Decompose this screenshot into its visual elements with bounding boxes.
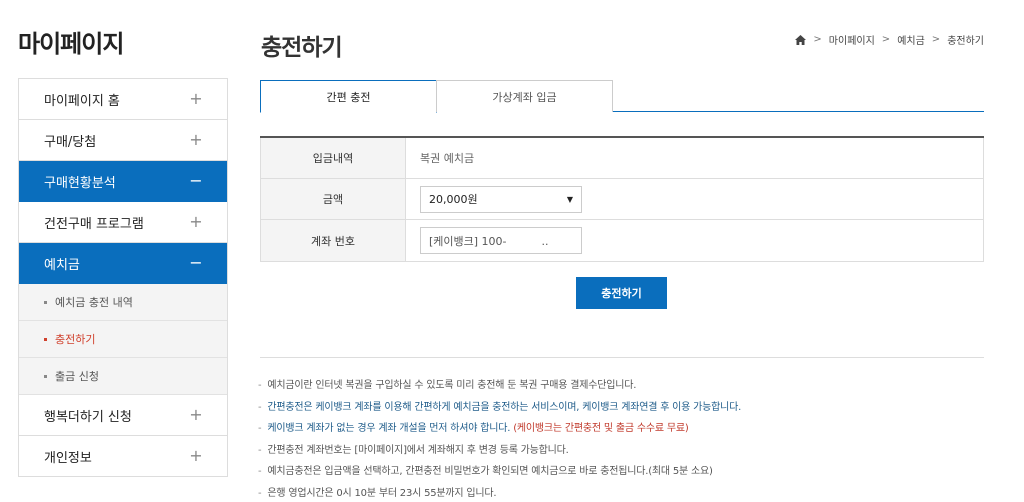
tab-virtual-account[interactable]: 가상계좌 입금	[436, 80, 613, 112]
dash-icon: -	[258, 466, 262, 478]
deposit-label: 입금내역	[260, 138, 406, 178]
plus-icon: +	[189, 212, 203, 231]
charge-form-table: 입금내역 복권 예치금 금액 20,000원 ▼ 계좌 번호	[260, 136, 984, 262]
table-row: 금액 20,000원 ▼	[260, 179, 984, 220]
sidebar-item-label: 구매/당첨	[44, 134, 97, 150]
notice-list: - 예치금이란 인터넷 복권을 구입하실 수 있도록 미리 충전해 둔 복권 구매…	[258, 380, 988, 502]
table-row: 계좌 번호	[260, 220, 984, 262]
list-item: - 예치금충전은 입금액을 선택하고, 간편충전 비밀번호가 확인되면 예치금으로…	[258, 466, 988, 488]
sidebar-item-healthy-purchase[interactable]: 건전구매 프로그램 +	[19, 202, 227, 243]
dash-icon: -	[258, 444, 262, 456]
sidebar-item-label: 마이페이지 홈	[44, 93, 120, 109]
caret-down-icon: ▼	[566, 194, 573, 204]
sidebar-item-label: 예치금	[44, 257, 80, 273]
amount-label: 금액	[260, 179, 406, 219]
charge-tabs: 간편 충전 가상계좌 입금	[260, 80, 984, 113]
breadcrumb-item-deposit[interactable]: 예치금	[897, 32, 925, 47]
plus-icon: +	[189, 130, 203, 149]
list-item: - 간편충전 계좌번호는 [마이페이지]에서 계좌해지 후 변경 등록 가능합니다…	[258, 445, 988, 467]
notice-highlight: (케이뱅크는 간편충전 및 출금 수수료 무료)	[513, 423, 689, 435]
sidebar-item-personal-info[interactable]: 개인정보 +	[19, 436, 227, 477]
sidebar-item-label: 개인정보	[44, 450, 92, 466]
sidebar-subitem-label: 출금 신청	[55, 370, 99, 383]
sidebar-subitem-label: 예치금 충전 내역	[55, 296, 133, 309]
bullet-icon	[44, 300, 47, 304]
sidebar-subitem-withdraw[interactable]: 출금 신청	[19, 358, 227, 395]
home-icon[interactable]	[795, 34, 807, 45]
notice-text: 예치금이란 인터넷 복권을 구입하실 수 있도록 미리 충전해 둔 복권 구매용…	[267, 380, 637, 391]
breadcrumb-separator: >	[881, 34, 891, 45]
sidebar-item-purchase-win[interactable]: 구매/당첨 +	[19, 120, 227, 161]
sidebar-item-mypage-home[interactable]: 마이페이지 홈 +	[19, 79, 227, 120]
sidebar-subitem-charge[interactable]: 충전하기	[19, 321, 227, 358]
sidebar-subitem-label: 충전하기	[55, 333, 96, 346]
account-number-field[interactable]	[420, 227, 582, 254]
sidebar-item-deposit[interactable]: 예치금 −	[19, 243, 227, 284]
notice-text: 간편충전 계좌번호는 [마이페이지]에서 계좌해지 후 변경 등록 가능합니다.	[267, 444, 569, 456]
list-item: - 은행 영업시간은 0시 10분 부터 23시 55분까지 입니다.	[258, 488, 988, 502]
notice-text: 간편충전은 케이뱅크 계좌를 이용해 간편하게 예치금을 충전하는 서비스이며,…	[267, 401, 742, 413]
bullet-icon	[44, 374, 47, 378]
deposit-value: 복권 예치금	[406, 138, 984, 178]
charge-button[interactable]: 충전하기	[576, 277, 667, 309]
sidebar-title: 마이페이지	[18, 30, 124, 58]
bullet-icon	[44, 337, 47, 341]
list-item: - 케이뱅크 계좌가 없는 경우 계좌 개설을 먼저 하셔야 합니다. (케이뱅크…	[258, 423, 988, 445]
plus-icon: +	[189, 89, 203, 108]
table-row: 입금내역 복권 예치금	[260, 138, 984, 179]
plus-icon: +	[189, 405, 203, 424]
list-item: - 예치금이란 인터넷 복권을 구입하실 수 있도록 미리 충전해 둔 복권 구매…	[258, 380, 988, 402]
tab-easy-charge[interactable]: 간편 충전	[260, 80, 437, 113]
amount-selected-value: 20,000원	[429, 193, 478, 206]
dash-icon: -	[258, 380, 262, 391]
minus-icon: −	[189, 253, 203, 272]
sidebar-menu: 마이페이지 홈 + 구매/당첨 + 구매현황분석 − 건전구매 프로그램 + 예…	[18, 78, 228, 477]
breadcrumb: > 마이페이지 > 예치금 > 충전하기	[795, 32, 984, 47]
dash-icon: -	[258, 487, 262, 499]
notice-text: 케이뱅크 계좌가 없는 경우 계좌 개설을 먼저 하셔야 합니다.	[267, 423, 514, 435]
breadcrumb-separator: >	[813, 34, 822, 45]
page-title: 충전하기	[261, 35, 343, 61]
minus-icon: −	[189, 171, 203, 190]
plus-icon: +	[189, 446, 203, 465]
list-item: - 간편충전은 케이뱅크 계좌를 이용해 간편하게 예치금을 충전하는 서비스이며…	[258, 402, 988, 424]
divider	[260, 357, 984, 358]
account-label: 계좌 번호	[260, 220, 406, 261]
sidebar-subitem-deposit-history[interactable]: 예치금 충전 내역	[19, 284, 227, 321]
sidebar-item-purchase-analysis[interactable]: 구매현황분석 −	[19, 161, 227, 202]
dash-icon: -	[258, 401, 262, 413]
notice-text: 예치금충전은 입금액을 선택하고, 간편충전 비밀번호가 확인되면 예치금으로 …	[267, 466, 713, 478]
amount-select[interactable]: 20,000원 ▼	[420, 185, 582, 213]
notice-text: 은행 영업시간은 0시 10분 부터 23시 55분까지 입니다.	[267, 487, 497, 499]
breadcrumb-item-charge: 충전하기	[947, 36, 984, 47]
sidebar-item-happiness-plus[interactable]: 행복더하기 신청 +	[19, 395, 227, 436]
sidebar-item-label: 구매현황분석	[44, 175, 116, 191]
dash-icon: -	[258, 423, 262, 435]
sidebar-item-label: 행복더하기 신청	[44, 409, 132, 425]
sidebar-item-label: 건전구매 프로그램	[44, 216, 144, 232]
breadcrumb-separator: >	[931, 34, 941, 45]
breadcrumb-item-mypage[interactable]: 마이페이지	[829, 32, 875, 47]
